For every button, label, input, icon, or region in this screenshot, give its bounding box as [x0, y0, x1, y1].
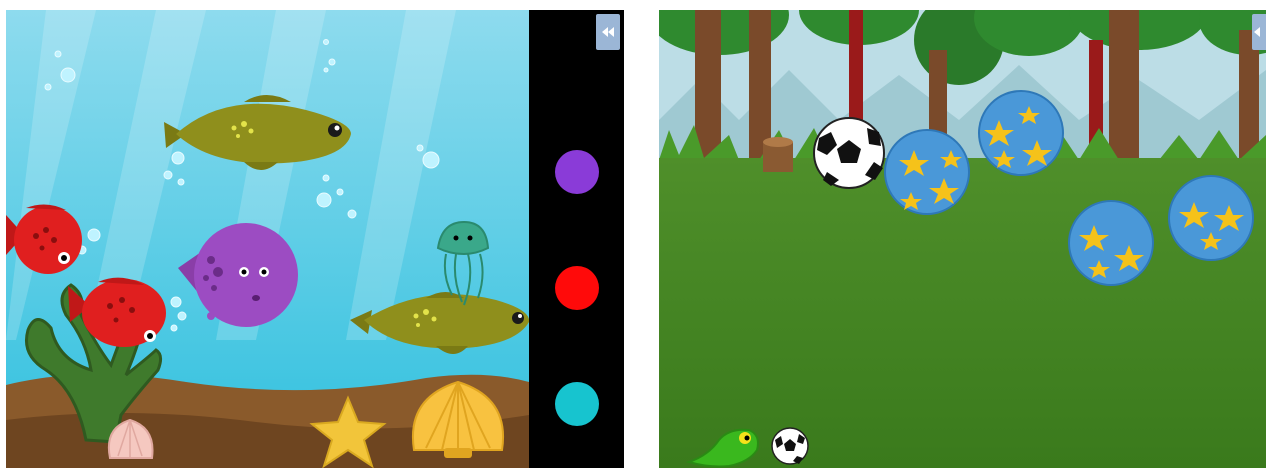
star-ball-icon[interactable]: [978, 90, 1064, 176]
aquarium-game-screen: [6, 10, 624, 468]
soccer-ball-icon[interactable]: [813, 117, 885, 189]
collapse-panel-button[interactable]: [596, 14, 620, 50]
star-ball-icon[interactable]: [1168, 175, 1254, 261]
soccer-ball-icon[interactable]: [771, 427, 809, 465]
tree-stump: [763, 137, 793, 172]
forest-game-screen: [659, 10, 1266, 468]
star-ball-icon[interactable]: [1068, 200, 1154, 286]
double-chevron-left-icon: [602, 27, 614, 37]
star-ball-icon[interactable]: [884, 129, 970, 215]
cyan-color-button[interactable]: [555, 382, 599, 426]
red-color-button[interactable]: [555, 266, 599, 310]
forest-scene: [659, 10, 1266, 468]
double-chevron-left-icon: [1254, 27, 1260, 37]
purple-color-button[interactable]: [555, 150, 599, 194]
collapse-panel-button[interactable]: [1252, 14, 1266, 50]
